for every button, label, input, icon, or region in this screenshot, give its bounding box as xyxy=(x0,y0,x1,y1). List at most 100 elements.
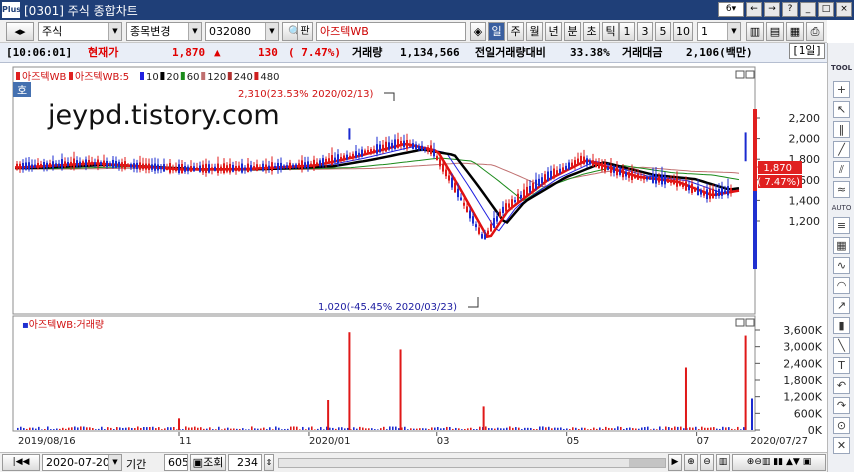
period-button-6[interactable]: 틱 xyxy=(602,22,619,41)
candle-body xyxy=(169,163,171,173)
zoom-out-icon[interactable]: ⊖ xyxy=(700,454,714,471)
period-button-1[interactable]: 주 xyxy=(507,22,524,41)
volume-bar xyxy=(53,429,55,430)
volume-tick-label: 3,600K xyxy=(783,324,822,337)
lock-icon[interactable]: ◈ xyxy=(470,22,486,41)
candle-body xyxy=(571,162,573,167)
crosshair-icon[interactable]: + xyxy=(833,81,850,98)
scrollbar-thumb[interactable] xyxy=(629,459,665,467)
volume-bar xyxy=(584,427,586,430)
period-input[interactable]: 605 xyxy=(164,454,188,471)
bars-icon[interactable]: ▮ xyxy=(833,317,850,334)
volume-panel-minimize[interactable] xyxy=(735,318,745,327)
stock-search-select[interactable]: 종목변경 ▼ xyxy=(126,22,202,41)
interval-1[interactable]: 1 xyxy=(619,22,635,41)
undo-icon[interactable]: ↶ xyxy=(833,377,850,394)
calendar-icon[interactable]: ▦ xyxy=(786,22,804,41)
chart-type-icon[interactable]: ▥ xyxy=(746,22,764,41)
volume-spike xyxy=(751,398,753,430)
volume-bar xyxy=(122,427,124,430)
candle-body xyxy=(235,166,237,172)
interval-10[interactable]: 10 xyxy=(673,22,693,41)
pin-icon[interactable]: ⊙ xyxy=(833,417,850,434)
candle-body xyxy=(316,162,318,166)
up-arrow-icon: ▲ xyxy=(214,46,221,59)
volume-bar xyxy=(317,428,319,430)
arc-icon[interactable]: ◠ xyxy=(833,277,850,294)
volume-bar xyxy=(215,429,217,430)
interval-select[interactable]: 1 ▼ xyxy=(697,22,741,41)
candle-body xyxy=(685,181,687,191)
legend-swatch xyxy=(16,72,20,80)
scrollbar-track[interactable] xyxy=(278,458,666,468)
quote-time: [10:06:01] xyxy=(6,46,73,59)
view-button[interactable]: ▣조회 xyxy=(190,454,226,471)
zoom-in-icon[interactable]: ⊕ xyxy=(684,454,698,471)
volume-bar xyxy=(68,427,70,430)
fibonacci-icon[interactable]: ≡ xyxy=(833,217,850,234)
price-panel-minimize[interactable] xyxy=(735,70,745,79)
candle-body xyxy=(388,142,390,150)
chart-up-icon[interactable]: ↗ xyxy=(833,297,850,314)
count-input[interactable]: 234 xyxy=(228,454,262,471)
interval-5[interactable]: 5 xyxy=(655,22,671,41)
candle-body xyxy=(196,167,198,171)
cursor-icon[interactable]: ↖ xyxy=(833,101,850,118)
scroll-right-icon[interactable]: ▶ xyxy=(668,454,682,471)
volume-bar xyxy=(233,428,235,430)
volume-bar xyxy=(98,428,100,430)
arrow-right-icon[interactable]: → xyxy=(764,2,780,17)
redo-icon[interactable]: ↷ xyxy=(833,397,850,414)
volume-bar xyxy=(473,429,475,430)
period-button-2[interactable]: 월 xyxy=(526,22,543,41)
date-input[interactable]: 2020-07-20 ▼ xyxy=(42,454,122,471)
scroll-left-button[interactable]: |◀◀ xyxy=(2,454,40,471)
stock-code-input[interactable]: 032080 ▼ xyxy=(205,22,279,41)
close-button[interactable]: × xyxy=(836,2,852,17)
chart-area[interactable]: 2,2002,0001,8001,6001,4001,200 3,600K3,0… xyxy=(0,63,827,452)
period-button-4[interactable]: 분 xyxy=(564,22,581,41)
candle-body xyxy=(637,173,639,180)
screen-number-select[interactable]: 6▾ xyxy=(718,2,744,17)
candle-body xyxy=(283,165,285,168)
minimize-button[interactable]: _ xyxy=(800,2,816,17)
period-button-5[interactable]: 초 xyxy=(583,22,600,41)
trendline-icon[interactable]: ╱ xyxy=(833,141,850,158)
candle-body xyxy=(85,159,87,167)
maximize-button[interactable]: □ xyxy=(818,2,834,17)
save-icon[interactable]: ▤ xyxy=(766,22,784,41)
reset-zoom-icon[interactable]: ▥ xyxy=(716,454,730,471)
period-button-0[interactable]: 일 xyxy=(488,22,505,41)
price-tick-label: 2,200 xyxy=(789,112,821,125)
print-icon[interactable]: ⎙ xyxy=(806,22,824,41)
nav-arrows-button[interactable]: ◂▸ xyxy=(6,22,34,41)
arrow-left-icon[interactable]: ← xyxy=(746,2,762,17)
count-stepper[interactable]: ⇕ xyxy=(264,454,274,471)
price-panel-close[interactable] xyxy=(745,70,755,79)
grid-icon[interactable]: ▦ xyxy=(833,237,850,254)
volume-bar xyxy=(278,427,280,430)
volume-panel-close[interactable] xyxy=(745,318,755,327)
help-icon[interactable]: ? xyxy=(782,2,798,17)
parallel-icon[interactable]: ⫽ xyxy=(833,161,850,178)
toolbar-icons[interactable]: ⊕⊖▥ ▮▮ ▲▼ ▣ xyxy=(732,454,826,471)
candle-body xyxy=(613,167,615,173)
line-icon[interactable]: ╲ xyxy=(833,337,850,354)
period-select[interactable]: [1일] xyxy=(789,43,825,59)
period-button-3[interactable]: 년 xyxy=(545,22,562,41)
candle-body xyxy=(277,162,279,170)
interval-3[interactable]: 3 xyxy=(637,22,653,41)
market-select[interactable]: 주식 ▼ xyxy=(38,22,122,41)
candle-body xyxy=(55,163,57,167)
candle-icon[interactable]: ‖ xyxy=(833,121,850,138)
candle-body xyxy=(724,190,726,194)
volume-bar xyxy=(404,426,406,430)
zigzag-icon[interactable]: ≈ xyxy=(833,181,850,198)
candle-body xyxy=(400,140,402,146)
volume-bar xyxy=(668,427,670,430)
delete-icon[interactable]: ✕ xyxy=(833,437,850,454)
volume-bar xyxy=(188,427,190,430)
wave-icon[interactable]: ∿ xyxy=(833,257,850,274)
pan-button[interactable]: 판 xyxy=(297,22,313,41)
text-tool-icon[interactable]: T xyxy=(833,357,850,374)
